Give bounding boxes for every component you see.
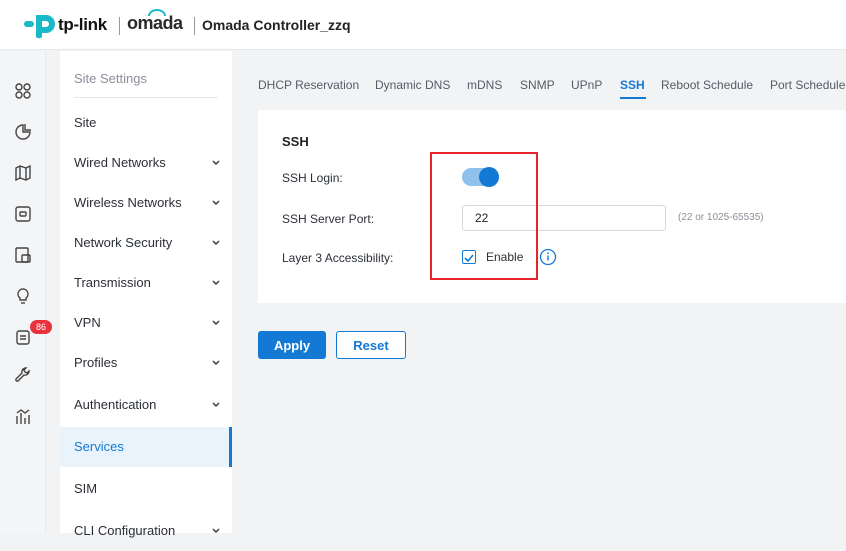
- ssh-port-hint: (22 or 1025-65535): [678, 212, 764, 223]
- sidebar-item-sim[interactable]: SIM: [60, 469, 232, 509]
- clients-icon[interactable]: [12, 244, 34, 266]
- tab-port-schedule[interactable]: Port Schedule: [770, 78, 845, 92]
- info-icon[interactable]: [539, 248, 557, 266]
- tab-dynamic-dns[interactable]: Dynamic DNS: [375, 78, 450, 92]
- statistics-icon[interactable]: [12, 121, 34, 143]
- tab-snmp[interactable]: SNMP: [520, 78, 555, 92]
- chevron-down-icon: [212, 528, 220, 533]
- sidebar-item-label: Wireless Networks: [74, 195, 182, 210]
- sidebar-item-label: VPN: [74, 315, 101, 330]
- sidebar-item-authentication[interactable]: Authentication: [60, 385, 232, 425]
- sidebar-item-wired-networks[interactable]: Wired Networks: [60, 143, 232, 183]
- tp-link-logo-icon: [24, 15, 55, 39]
- chevron-down-icon: [212, 320, 220, 325]
- chevron-down-icon: [212, 280, 220, 285]
- sidebar-item-label: Wired Networks: [74, 155, 166, 170]
- sidebar-item-network-security[interactable]: Network Security: [60, 223, 232, 263]
- product-name: omada: [127, 13, 183, 33]
- layer3-accessibility-label: Layer 3 Accessibility:: [282, 251, 394, 265]
- tab-dhcp-reservation[interactable]: DHCP Reservation: [258, 78, 359, 92]
- sidebar-heading: Site Settings: [74, 71, 147, 86]
- sidebar-item-label: Authentication: [74, 397, 157, 412]
- log-count-badge: 86: [30, 320, 52, 334]
- sidebar-item-label: Services: [74, 439, 124, 454]
- dashboard-icon[interactable]: [12, 80, 34, 102]
- ssh-port-label: SSH Server Port:: [282, 212, 375, 226]
- reports-icon[interactable]: [12, 406, 34, 428]
- sidebar-item-transmission[interactable]: Transmission: [60, 263, 232, 303]
- sidebar-item-wireless-networks[interactable]: Wireless Networks: [60, 183, 232, 223]
- divider: [74, 97, 218, 98]
- tab-reboot-schedule[interactable]: Reboot Schedule: [661, 78, 753, 92]
- apply-button[interactable]: Apply: [258, 331, 326, 359]
- sidebar-item-cli-configuration[interactable]: CLI Configuration: [60, 511, 232, 551]
- tab-ssh[interactable]: SSH: [620, 78, 645, 92]
- sidebar-item-label: Profiles: [74, 355, 118, 370]
- ssh-settings-card: SSH SSH Login: SSH Server Port: (22 or 1…: [258, 110, 846, 303]
- chevron-down-icon: [212, 160, 220, 165]
- divider: [194, 17, 195, 35]
- brand-name: tp-link: [58, 15, 107, 34]
- sidebar-item-label: Transmission: [74, 275, 151, 290]
- sidebar-item-site[interactable]: Site: [60, 103, 232, 143]
- tab-mdns[interactable]: mDNS: [467, 78, 502, 92]
- map-icon[interactable]: [12, 162, 34, 184]
- top-bar: tp-link omada Omada Controller_zzq: [0, 0, 846, 50]
- reset-button[interactable]: Reset: [336, 331, 406, 359]
- divider: [119, 17, 120, 35]
- sidebar-item-label: CLI Configuration: [74, 523, 176, 538]
- chevron-down-icon: [212, 200, 220, 205]
- section-title: SSH: [282, 134, 309, 149]
- insights-icon[interactable]: [12, 285, 34, 307]
- ssh-login-label: SSH Login:: [282, 171, 343, 185]
- tab-upnp[interactable]: UPnP: [571, 78, 602, 92]
- sidebar-item-services[interactable]: Services: [60, 427, 232, 467]
- devices-icon[interactable]: [12, 203, 34, 225]
- global-nav: 86: [0, 51, 52, 533]
- controller-name: Omada Controller_zzq: [202, 17, 351, 33]
- sidebar-item-label: Network Security: [74, 235, 173, 250]
- sidebar-item-vpn[interactable]: VPN: [60, 303, 232, 343]
- tools-icon[interactable]: [12, 364, 34, 386]
- chevron-down-icon: [212, 360, 220, 365]
- active-indicator: [229, 427, 232, 467]
- sidebar-item-label: SIM: [74, 481, 98, 496]
- chevron-down-icon: [212, 402, 220, 407]
- active-tab-underline: [620, 97, 646, 99]
- chevron-down-icon: [212, 240, 220, 245]
- highlight-annotation-box: [430, 152, 538, 280]
- sidebar-item-label: Site: [74, 115, 97, 130]
- site-settings-sidebar: Site Settings Site Wired Networks Wirele…: [60, 51, 232, 538]
- sidebar-item-profiles[interactable]: Profiles: [60, 343, 232, 383]
